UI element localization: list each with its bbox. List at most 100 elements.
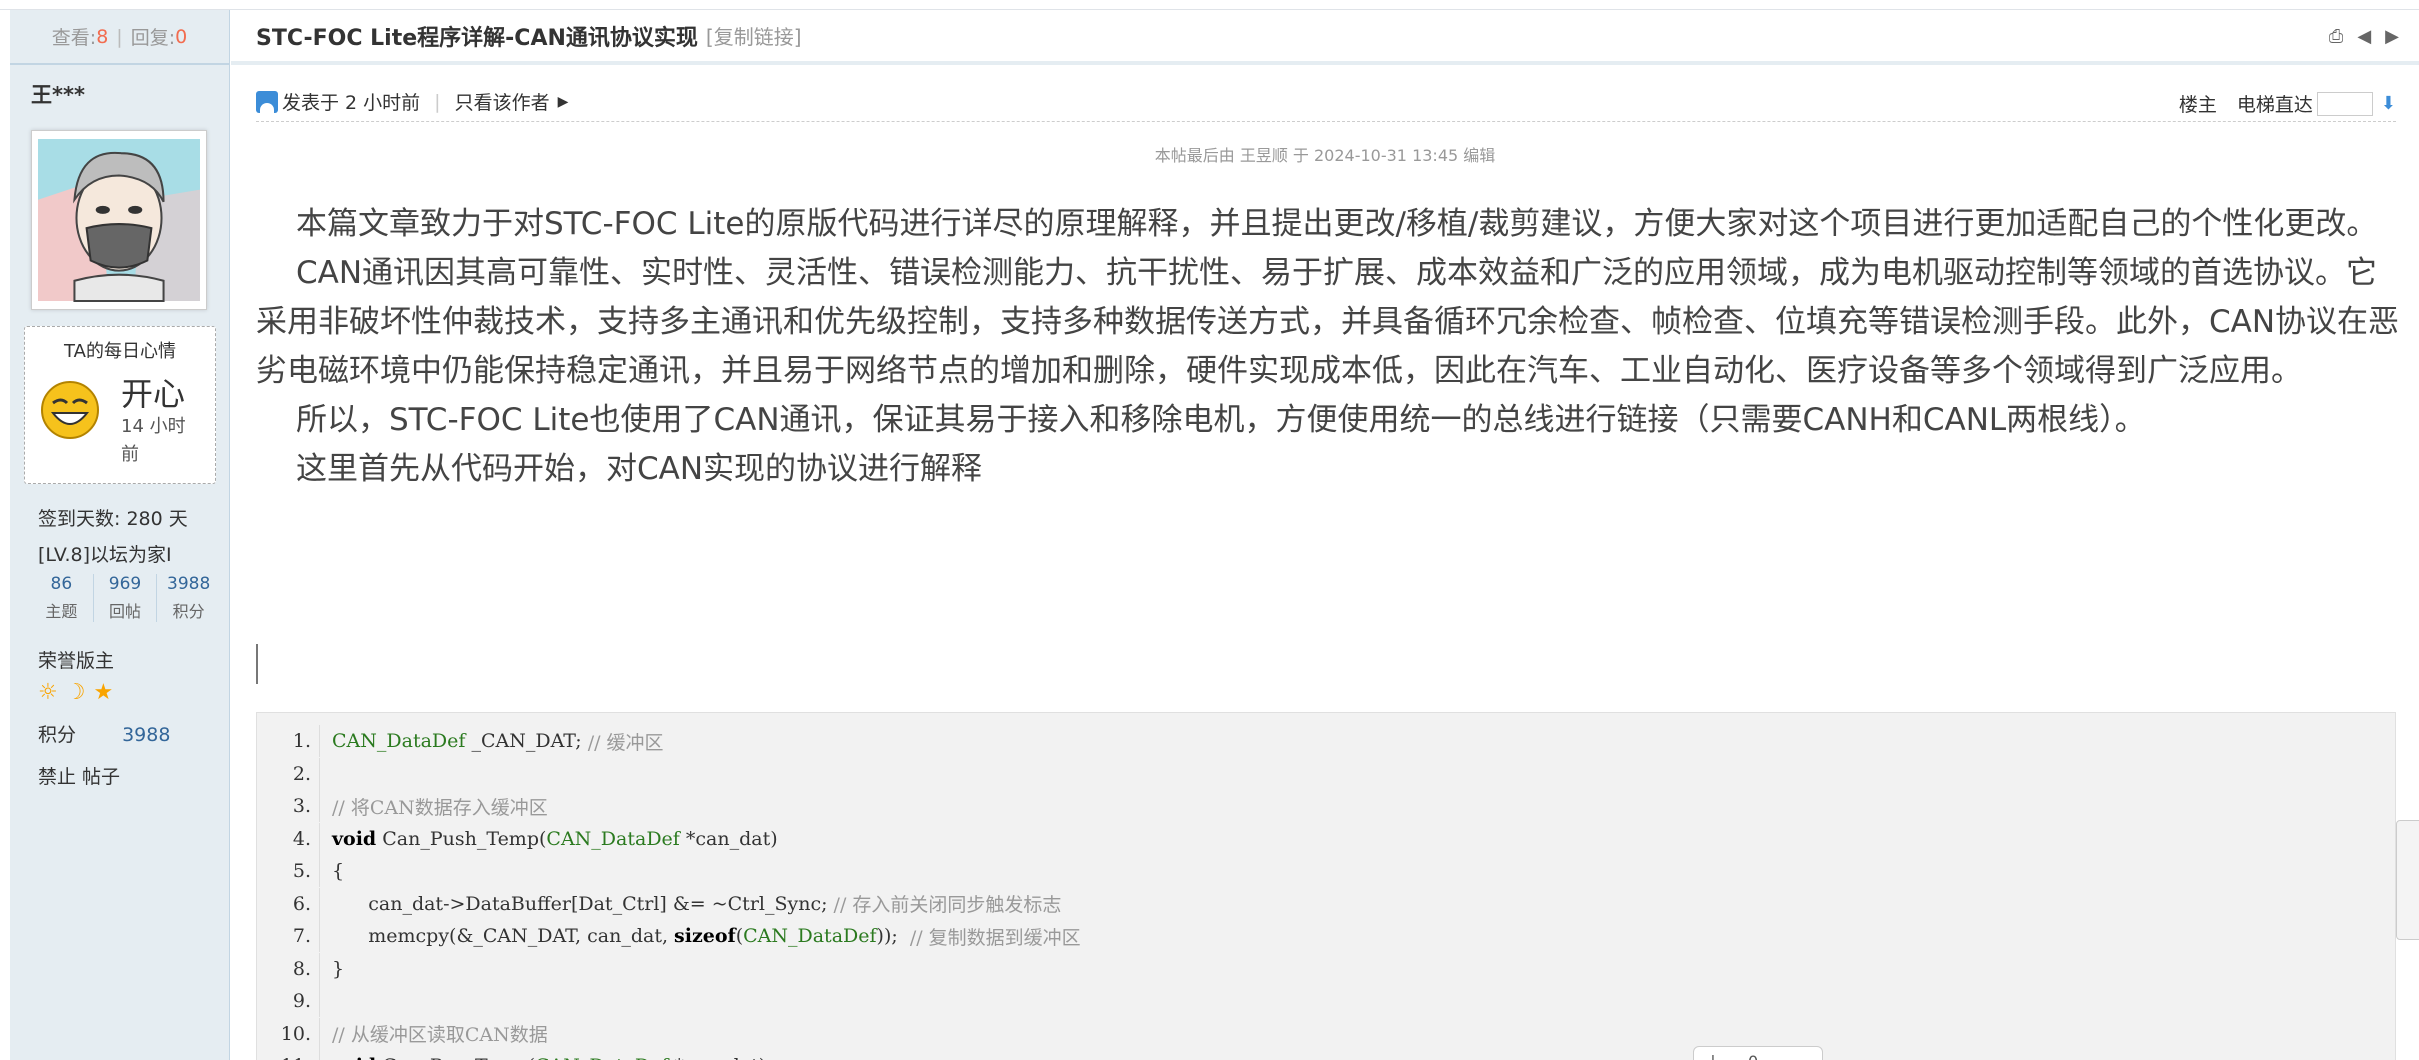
code-token: CAN_DataDef (546, 827, 680, 850)
view-reply-stats: 查看: 8 | 回复: 0 (10, 10, 229, 65)
code-token: CAN_DataDef (332, 730, 466, 752)
code-text: } (319, 952, 345, 985)
floor-controls: 楼主 电梯直达 ⬇ (2179, 90, 2396, 117)
replies-count: 0 (175, 25, 188, 48)
line-number: 6. (292, 892, 311, 915)
user-counts: 86 主题 969 回帖 3988 积分 (30, 574, 220, 622)
post-title-bar: STC-FOC Lite程序详解-CAN通讯协议实现 [复制链接] ⎙ ◀ ▶ (231, 10, 2419, 65)
code-comment: // 复制数据到缓冲区 (909, 926, 1081, 949)
code-line: 8.} (257, 952, 345, 985)
score-row: 积分 3988 (38, 720, 170, 747)
line-number: 1. (292, 730, 311, 752)
code-token: *can_dat) (679, 827, 778, 850)
print-icon[interactable]: ⎙ (2329, 26, 2343, 47)
mood-time: 14 小时前 (121, 416, 186, 465)
floor-jump-input[interactable] (2316, 91, 2373, 116)
code-text: void Can_Push_Temp(CAN_DataDef *can_dat) (319, 822, 778, 855)
code-line: 7. memcpy(&_CAN_DAT, can_dat, sizeof(CAN… (257, 920, 1081, 952)
code-token: } (332, 957, 345, 980)
paragraph: 所以，STC-FOC Lite也使用了CAN通讯，保证其易于接入和移除电机，方便… (296, 402, 2146, 438)
code-token: _CAN_DAT; (465, 730, 588, 752)
code-token: CAN_DataDef (535, 1055, 668, 1060)
rank-badges: ☼ ☽ ★ (38, 680, 113, 705)
sign-in-days: 签到天数: 280 天 (38, 508, 188, 530)
floor-main-label: 楼主 (2178, 94, 2217, 116)
code-token: )); (876, 925, 910, 947)
post-meta: 发表于 2 小时前 | 只看该作者 ▶ 楼主 电梯直达 ⬇ (256, 82, 2396, 122)
code-line: 10. // 从缓冲区读取CAN数据 (257, 1017, 548, 1050)
jump-go-icon[interactable]: ⬇ (2381, 93, 2396, 114)
more-icon[interactable]: ... (1791, 1052, 1806, 1060)
code-text: // 将CAN数据存入缓冲区 (319, 790, 548, 822)
ban-post-link[interactable]: 禁止 帖子 (38, 762, 120, 789)
replies-label: 回复: (130, 27, 176, 49)
avatar[interactable] (31, 130, 207, 310)
code-token: CAN_DataDef (743, 925, 877, 947)
post-content: 本篇文章致力于对STC-FOC Lite的原版代码进行详尽的原理解释，并且提出更… (256, 200, 2401, 494)
meta-separator: | (434, 90, 441, 113)
count-label: 回帖 (109, 602, 142, 621)
avatar-image (38, 139, 200, 303)
text-cursor (256, 644, 258, 684)
code-token: Can_Pop_Temp( (376, 1055, 535, 1060)
line-number: 7. (292, 925, 311, 947)
mood-text: 开心 (121, 375, 186, 413)
count-value[interactable]: 86 (30, 574, 93, 594)
next-thread-icon[interactable]: ▶ (2385, 26, 2399, 47)
code-line: 5. { (257, 855, 344, 887)
paragraph: CAN通讯因其高可靠性、实时性、灵活性、错误检测能力、抗干扰性、易于扩展、成本效… (256, 255, 2400, 389)
count-value[interactable]: 3988 (157, 574, 220, 594)
count-value[interactable]: 969 (94, 574, 157, 594)
score-label: 积分 (38, 724, 77, 746)
code-text (319, 757, 332, 790)
code-comment: // 缓冲区 (587, 731, 664, 754)
happy-face-icon (41, 381, 99, 439)
code-block[interactable]: 1. CAN_DataDef _CAN_DAT; // 缓冲区 2. 3. // 将CA… (256, 712, 2396, 1060)
line-number: 10. (280, 1022, 311, 1045)
only-author-link[interactable]: 只看该作者 (455, 88, 550, 115)
code-text (319, 985, 332, 1017)
code-text: { (319, 855, 344, 887)
author-sidebar: 查看: 8 | 回复: 0 王*** TA的每日心情 开心 14 小时前 签到天… (10, 10, 230, 1060)
count-points[interactable]: 3988 积分 (157, 574, 220, 622)
code-token: memcpy(&_CAN_DAT, can_dat, (332, 925, 675, 947)
code-line: 2. (257, 757, 332, 790)
code-comment: // 存入前关闭同步触发标志 (833, 894, 1062, 916)
code-token: sizeof (674, 925, 736, 947)
views-label: 查看: (51, 27, 97, 49)
count-posts[interactable]: 969 回帖 (94, 574, 158, 622)
views-count: 8 (96, 25, 109, 48)
floating-toolbar[interactable]: | 0 ... (1693, 1046, 1823, 1060)
count-topics[interactable]: 86 主题 (30, 574, 94, 622)
post-title: STC-FOC Lite程序详解-CAN通讯协议实现 (256, 25, 698, 51)
sun-icon: ☼ (38, 680, 58, 705)
code-line: 9. (257, 985, 332, 1017)
moon-icon: ☽ (65, 680, 86, 705)
code-comment: // 从缓冲区读取CAN数据 (332, 1024, 548, 1046)
paragraph: 本篇文章致力于对STC-FOC Lite的原版代码进行详尽的原理解释，并且提出更… (296, 206, 2378, 242)
post-time: 发表于 2 小时前 (282, 92, 421, 114)
code-text: can_dat->DataBuffer[Dat_Ctrl] &= ~Ctrl_S… (319, 887, 1062, 920)
copy-link-button[interactable]: [复制链接] (706, 21, 802, 50)
divider-icon: | (1710, 1052, 1715, 1060)
prev-thread-icon[interactable]: ◀ (2357, 26, 2371, 47)
line-number: 5. (292, 860, 311, 882)
code-text: // 从缓冲区读取CAN数据 (319, 1017, 548, 1050)
code-token: Can_Push_Temp( (376, 827, 547, 850)
line-number: 4. (292, 827, 311, 850)
code-token: { (332, 860, 345, 882)
side-float-panel[interactable] (2396, 820, 2419, 940)
post-main: STC-FOC Lite程序详解-CAN通讯协议实现 [复制链接] ⎙ ◀ ▶ … (231, 10, 2419, 1060)
code-token: can_dat->DataBuffer[Dat_Ctrl] &= ~Ctrl_S… (332, 892, 834, 915)
jump-label: 电梯直达 (2236, 94, 2313, 116)
code-text: CAN_DataDef _CAN_DAT; // 缓冲区 (319, 725, 664, 757)
code-line: 4. void Can_Push_Temp(CAN_DataDef *can_da… (257, 822, 778, 855)
author-name[interactable]: 王*** (10, 65, 229, 117)
arrow-right-icon: ▶ (557, 93, 569, 110)
toolbar-count[interactable]: 0 (1748, 1052, 1758, 1060)
user-icon (256, 90, 278, 113)
line-number: 2. (292, 762, 311, 785)
line-number: 11. (257, 1055, 319, 1060)
top-border (0, 0, 2419, 10)
code-comment: // 将CAN数据存入缓冲区 (332, 796, 548, 819)
